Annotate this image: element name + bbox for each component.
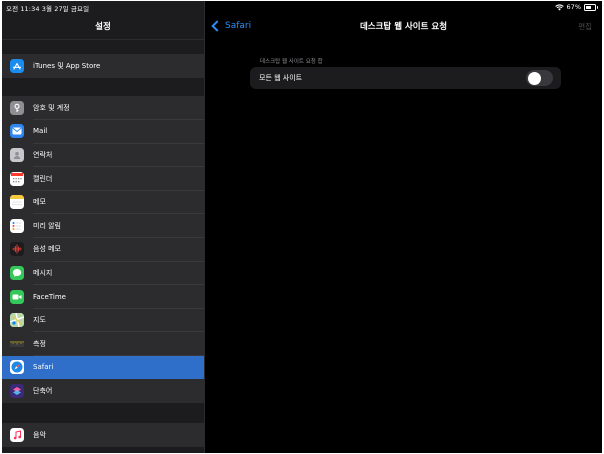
- app-store-icon: [10, 58, 24, 73]
- sidebar-item-label: 암호 및 계정: [33, 103, 70, 112]
- sidebar-item-label: 음악: [33, 430, 46, 439]
- sidebar-item-shortcuts[interactable]: 단축어: [2, 379, 204, 403]
- sidebar-item-label: 메모: [33, 198, 46, 207]
- mail-icon: [10, 124, 24, 139]
- all-websites-cell: 모든 웹 사이트: [250, 67, 561, 89]
- sidebar-title: 설정: [2, 13, 204, 40]
- maps-icon: [10, 313, 24, 328]
- nav-bar: Safari 데스크탑 웹 사이트 요청 편집: [205, 13, 602, 39]
- sidebar-item-app-store[interactable]: iTunes 및 App Store: [2, 54, 204, 78]
- sidebar-item-label: FaceTime: [33, 292, 66, 301]
- toggle-knob: [527, 71, 541, 85]
- facetime-icon: [10, 289, 24, 304]
- sidebar-item-voice-memos[interactable]: 음성 메모: [2, 238, 204, 262]
- music-icon: [10, 427, 24, 442]
- shortcuts-icon: [10, 383, 24, 398]
- sidebar-item-calendar[interactable]: 캘린더: [2, 167, 204, 191]
- sidebar-group-apps: 암호 및 계정 Mail 연락처캘린더메모미리 알림음성 메모메시지 FaceTime…: [2, 96, 204, 403]
- sidebar-item-label: Safari: [33, 363, 54, 372]
- sidebar-item-facetime[interactable]: FaceTime: [2, 285, 204, 309]
- detail-pane: Safari 데스크탑 웹 사이트 요청 편집 데스크탑 웹 사이트 요청 합 …: [205, 1, 602, 453]
- sidebar-item-messages[interactable]: 메시지: [2, 261, 204, 285]
- status-right: 67%: [554, 3, 598, 11]
- sidebar-item-label: 미리 알림: [33, 221, 61, 230]
- sidebar-item-music[interactable]: 음악: [2, 423, 204, 447]
- measure-icon: [10, 336, 24, 351]
- contacts-icon: [10, 147, 24, 162]
- wifi-icon: [554, 3, 564, 10]
- calendar-icon: [10, 171, 24, 186]
- page-title: 데스크탑 웹 사이트 요청: [359, 22, 448, 32]
- all-websites-toggle[interactable]: [526, 70, 553, 86]
- back-button-label: Safari: [225, 21, 252, 31]
- sidebar-item-label: 측정: [33, 339, 46, 348]
- sidebar-group-media: 음악: [2, 423, 204, 447]
- notes-icon: [10, 195, 24, 210]
- sidebar-group-store: iTunes 및 App Store: [2, 54, 204, 78]
- section-header: 데스크탑 웹 사이트 요청 합: [260, 59, 323, 65]
- sidebar-item-label: 캘린더: [33, 174, 53, 183]
- sidebar-item-safari[interactable]: Safari: [2, 355, 204, 380]
- edit-button[interactable]: 편집: [578, 13, 592, 39]
- sidebar-item-key[interactable]: 암호 및 계정: [2, 96, 204, 120]
- sidebar-item-measure[interactable]: 측정: [2, 332, 204, 356]
- battery-percent: 67%: [566, 3, 581, 11]
- ipad-screen: 오전 11:34 3월 27일 금요일 67% 설정 iTunes 및 App …: [2, 1, 602, 453]
- status-bar: 오전 11:34 3월 27일 금요일 67%: [2, 1, 602, 13]
- safari-icon: [10, 360, 24, 375]
- battery-icon: [584, 3, 598, 11]
- sidebar-item-label: 지도: [33, 316, 46, 325]
- sidebar-item-maps[interactable]: 지도: [2, 308, 204, 332]
- status-time-date: 오전 11:34 3월 27일 금요일: [6, 5, 90, 13]
- settings-sidebar: 설정 iTunes 및 App Store 암호 및 계정 Mail 연락처캘린더메…: [2, 1, 204, 453]
- reminders-icon: [10, 218, 24, 233]
- sidebar-item-label: 연락처: [33, 150, 53, 159]
- chevron-left-icon: [211, 20, 223, 32]
- sidebar-item-label: iTunes 및 App Store: [33, 61, 101, 70]
- sidebar-item-label: 메시지: [33, 268, 53, 277]
- sidebar-item-notes[interactable]: 메모: [2, 190, 204, 214]
- back-button[interactable]: Safari: [211, 13, 251, 39]
- sidebar-item-label: 단축어: [33, 386, 53, 395]
- messages-icon: [10, 265, 24, 280]
- sidebar-item-mail[interactable]: Mail: [2, 120, 204, 144]
- voice-memos-icon: [10, 242, 24, 257]
- sidebar-item-contacts[interactable]: 연락처: [2, 143, 204, 167]
- sidebar-item-label: Mail: [33, 127, 48, 136]
- key-icon: [10, 100, 24, 115]
- sidebar-item-reminders[interactable]: 미리 알림: [2, 214, 204, 238]
- sidebar-item-label: 음성 메모: [33, 245, 61, 254]
- all-websites-label: 모든 웹 사이트: [259, 74, 303, 82]
